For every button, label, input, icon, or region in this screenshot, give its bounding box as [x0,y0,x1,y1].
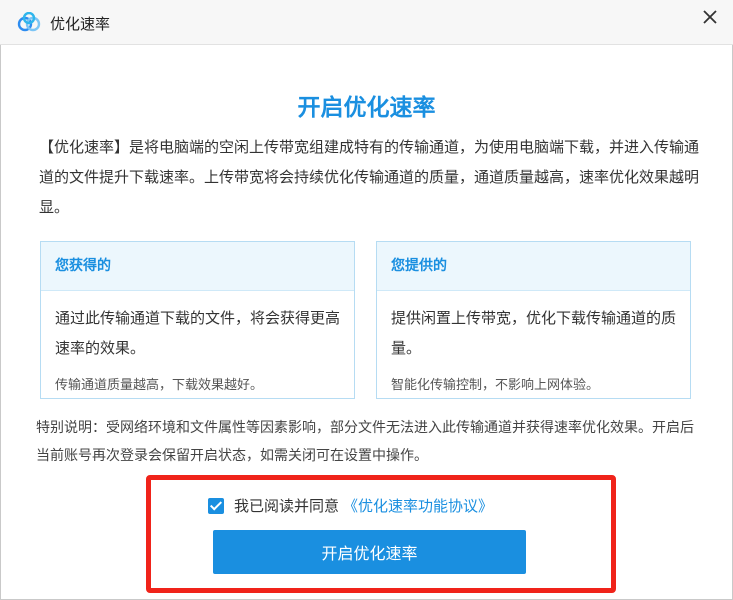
enable-optimize-button[interactable]: 开启优化速率 [213,530,526,574]
card-you-get-main: 通过此传输通道下载的文件，将会获得更高速率的效果。 [55,309,341,357]
card-you-provide-title: 您提供的 [377,242,690,291]
title-bar: 优化速率 [0,0,733,45]
card-you-get-title: 您获得的 [41,242,354,291]
agreement-row: 我已阅读并同意 《优化速率功能协议》 [208,495,493,516]
card-you-get: 您获得的 通过此传输通道下载的文件，将会获得更高速率的效果。 传输通道质量越高，… [40,241,355,399]
card-you-provide-note: 智能化传输控制，不影响上网体验。 [391,378,600,393]
agree-checkbox[interactable] [208,497,224,514]
agreement-link[interactable]: 《优化速率功能协议》 [343,495,493,516]
card-you-get-note: 传输通道质量越高，下载效果越好。 [55,378,264,393]
intro-text: 【优化速率】是将电脑端的空闲上传带宽组建成特有的传输通道，为使用电脑端下载，并进… [39,138,700,216]
agree-label: 我已阅读并同意 [234,497,340,515]
baidu-netdisk-cloud-icon [17,12,41,32]
close-icon[interactable] [698,5,722,29]
card-you-provide-main: 提供闲置上传带宽，优化下载传输通道的质量。 [391,309,677,357]
window-title: 优化速率 [50,15,111,33]
special-notice: 特别说明：受网络环境和文件属性等因素影响，部分文件无法进入此传输通道并获得速率优… [36,420,694,464]
dialog-heading: 开启优化速率 [297,95,436,121]
card-you-provide: 您提供的 提供闲置上传带宽，优化下载传输通道的质量。 智能化传输控制，不影响上网… [376,241,691,399]
